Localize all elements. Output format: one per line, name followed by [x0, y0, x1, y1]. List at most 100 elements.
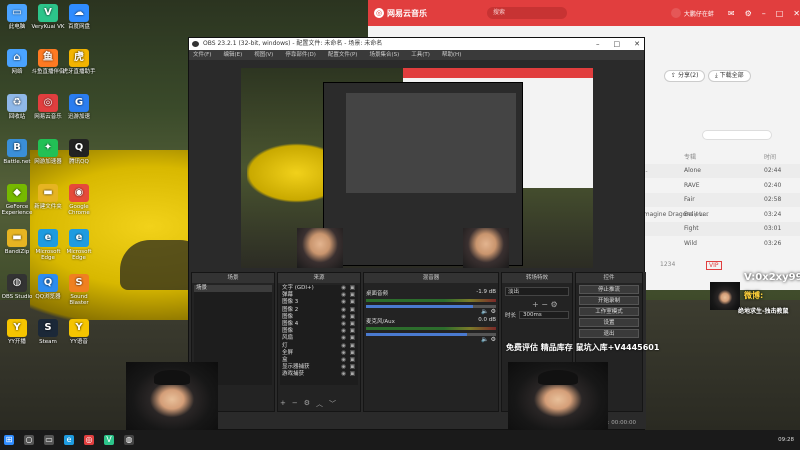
start-record-button[interactable]: 开始录制: [579, 296, 639, 305]
playlist-row[interactable]: Imagine Dragons / L... Believer 03:24: [640, 208, 800, 222]
desktop-icon-computer[interactable]: ▭ 此电脑: [0, 4, 34, 30]
playlist-row[interactable]: Wild 03:26: [640, 237, 800, 251]
eye-icon[interactable]: ◉: [341, 343, 346, 350]
lock-icon[interactable]: ▣: [350, 299, 355, 306]
source-item[interactable]: 图像 3 ◉ ▣: [280, 299, 358, 306]
menu-item[interactable]: 停靠部件(D): [285, 50, 316, 60]
lock-icon[interactable]: ▣: [350, 371, 355, 378]
desktop-icon-geforce[interactable]: ◆ GeForce Experience: [0, 184, 34, 216]
chevron-up-icon[interactable]: ︿: [316, 399, 323, 409]
source-item[interactable]: 图像 ◉ ▣: [280, 314, 358, 321]
source-item[interactable]: 风扇 ◉ ▣: [280, 335, 358, 342]
lock-icon[interactable]: ▣: [350, 335, 355, 342]
download-all-button[interactable]: ⤓ 下载全部: [708, 70, 751, 82]
volume-slider[interactable]: [366, 333, 496, 336]
playlist-row[interactable]: Fight 03:01: [640, 222, 800, 237]
eye-icon[interactable]: ◉: [341, 307, 346, 314]
eye-icon[interactable]: ◉: [341, 357, 346, 364]
desktop-icon-battlenet[interactable]: B Battle.net: [0, 139, 34, 165]
desktop-icon-huya[interactable]: 虎虎牙直播助手: [62, 49, 96, 75]
desktop-icon-network[interactable]: ⌂ 网络: [0, 49, 34, 75]
desktop-icon-folder[interactable]: ▬ BandiZip: [0, 229, 34, 255]
gear-icon[interactable]: ⚙: [551, 300, 558, 309]
chevron-down-icon[interactable]: ﹀: [329, 399, 336, 409]
gear-icon[interactable]: ⚙: [491, 308, 496, 315]
lock-icon[interactable]: ▣: [350, 343, 355, 350]
remove-icon[interactable]: −: [292, 399, 298, 409]
taskview-icon[interactable]: ▭: [44, 435, 54, 445]
vip-badge[interactable]: VIP: [706, 261, 722, 270]
settings-button[interactable]: 设置: [579, 318, 639, 327]
add-icon[interactable]: +: [532, 300, 539, 309]
maximize-icon[interactable]: □: [614, 38, 621, 50]
lock-icon[interactable]: ▣: [350, 307, 355, 314]
source-item[interactable]: 灯 ◉ ▣: [280, 343, 358, 350]
menu-item[interactable]: 帮助(H): [442, 50, 461, 60]
desktop-icon-cloud[interactable]: ☁ 百度网盘: [62, 4, 96, 30]
lock-icon[interactable]: ▣: [350, 292, 355, 299]
desktop-icon-yy-voice[interactable]: Y YY语音: [62, 319, 96, 345]
menu-item[interactable]: 文件(F): [193, 50, 211, 60]
gear-icon[interactable]: ⚙: [304, 399, 310, 409]
desktop-icon-edge[interactable]: e Microsoft Edge: [62, 229, 96, 261]
sources-list[interactable]: 文字 (GDI+) ◉ ▣ 弹幕 ◉ ▣ 图像 3 ◉ ▣ 图像 2 ◉ ▣ 图像 ◉ ▣ 图像 4 ◉ ▣ 图像 ◉…: [280, 285, 358, 385]
desktop-icon-douyu[interactable]: 鱼斗鱼直播伴侣: [31, 49, 65, 75]
music-app-logo[interactable]: ◎ 网易云音乐: [374, 8, 427, 19]
minimize-icon[interactable]: –: [596, 38, 600, 50]
lock-icon[interactable]: ▣: [350, 321, 355, 328]
desktop-icon-obs[interactable]: ◍ OBS Studio: [0, 274, 34, 300]
desktop-icon-soundblaster[interactable]: S Sound Blaster: [62, 274, 96, 306]
desktop-icon-steam[interactable]: S Steam: [31, 319, 65, 345]
transition-select[interactable]: 淡出: [505, 287, 569, 296]
eye-icon[interactable]: ◉: [341, 299, 346, 306]
lock-icon[interactable]: ▣: [350, 328, 355, 335]
gear-icon[interactable]: ⚙: [491, 336, 496, 343]
mail-icon[interactable]: ✉: [728, 9, 735, 18]
close-icon[interactable]: ✕: [793, 9, 800, 18]
menu-item[interactable]: 场景集合(S): [369, 50, 399, 60]
lock-icon[interactable]: ▣: [350, 364, 355, 371]
exit-button[interactable]: 退出: [579, 329, 639, 338]
desktop-icon-edge[interactable]: e Microsoft Edge: [31, 229, 65, 261]
desktop-icon-netease-music[interactable]: ◎ 网易云音乐: [31, 94, 65, 120]
speaker-icon[interactable]: 🔈: [481, 308, 490, 315]
desktop-icon-qq-browser[interactable]: Q QQ浏览器: [31, 274, 65, 300]
obs-preview[interactable]: [241, 68, 593, 268]
menu-item[interactable]: 工具(T): [411, 50, 430, 60]
desktop-icon-qq[interactable]: Q 腾讯QQ: [62, 139, 96, 165]
playlist-row[interactable]: RAVE 02:40: [640, 179, 800, 193]
remove-icon[interactable]: −: [541, 300, 548, 309]
desktop-icon-yy[interactable]: Y YY开播: [0, 319, 34, 345]
eye-icon[interactable]: ◉: [341, 350, 346, 357]
windows-icon[interactable]: ⊞: [4, 435, 14, 445]
menu-item[interactable]: 编辑(E): [223, 50, 242, 60]
eye-icon[interactable]: ◉: [341, 321, 346, 328]
music-search-input[interactable]: 搜索: [487, 7, 567, 19]
close-icon[interactable]: ✕: [634, 38, 640, 50]
gear-icon[interactable]: ⚙: [745, 9, 752, 18]
eye-icon[interactable]: ◉: [341, 285, 346, 292]
music-user[interactable]: 大鹏仔在蚌: [670, 8, 720, 18]
desktop-icon-gamespeed[interactable]: G 迅游加速: [62, 94, 96, 120]
playlist-search-input[interactable]: [702, 130, 772, 140]
taskbar-clock[interactable]: 09:28: [778, 437, 800, 443]
eye-icon[interactable]: ◉: [341, 314, 346, 321]
desktop-icon-chrome[interactable]: ◉ Google Chrome: [62, 184, 96, 216]
search-icon[interactable]: ○: [24, 435, 34, 445]
playlist-row[interactable]: Fair 02:58: [640, 193, 800, 208]
add-icon[interactable]: +: [280, 399, 286, 409]
eye-icon[interactable]: ◉: [341, 364, 346, 371]
duration-input[interactable]: 300ms: [519, 311, 569, 319]
studio-mode-button[interactable]: 工作室模式: [579, 307, 639, 316]
desktop-icon-vk[interactable]: V VeryKuai VK: [31, 4, 65, 30]
obs-icon[interactable]: ◍: [124, 435, 134, 445]
volume-slider[interactable]: [366, 305, 496, 308]
eye-icon[interactable]: ◉: [341, 371, 346, 378]
lock-icon[interactable]: ▣: [350, 357, 355, 364]
source-item[interactable]: 图像 2 ◉ ▣: [280, 307, 358, 314]
speaker-icon[interactable]: 🔈: [481, 336, 490, 343]
vk-icon[interactable]: V: [104, 435, 114, 445]
edge-icon[interactable]: e: [64, 435, 74, 445]
eye-icon[interactable]: ◉: [341, 328, 346, 335]
eye-icon[interactable]: ◉: [341, 335, 346, 342]
